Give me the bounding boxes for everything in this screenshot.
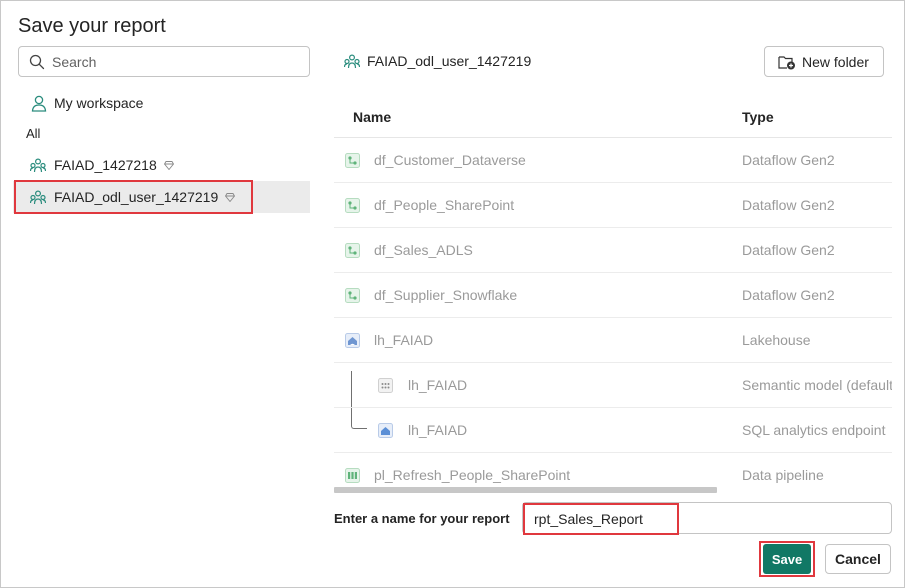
item-name: df_People_SharePoint — [374, 197, 515, 213]
my-workspace-item[interactable]: My workspace — [31, 94, 143, 112]
premium-diamond-icon — [225, 192, 236, 202]
search-input[interactable] — [52, 51, 302, 72]
table-row[interactable]: lh_FAIAD SQL analytics endpoint — [334, 408, 892, 453]
dialog-title: Save your report — [18, 15, 166, 37]
workspace-item-faiad-odl-user-1427219[interactable]: FAIAD_odl_user_1427219 — [13, 181, 310, 213]
sql-endpoint-icon — [378, 423, 393, 438]
item-name: lh_FAIAD — [408, 377, 468, 393]
pipeline-icon — [345, 468, 360, 483]
item-type: Data pipeline — [742, 467, 824, 483]
save-button[interactable]: Save — [763, 544, 811, 574]
person-icon — [31, 95, 47, 112]
item-type: Dataflow Gen2 — [742, 242, 835, 258]
item-type: Dataflow Gen2 — [742, 287, 835, 303]
cancel-button[interactable]: Cancel — [825, 544, 891, 574]
item-name: df_Supplier_Snowflake — [374, 287, 518, 303]
dataflow-icon — [345, 153, 360, 168]
table-row[interactable]: lh_FAIAD Lakehouse — [334, 318, 892, 363]
workspace-group-icon — [344, 53, 360, 68]
dataflow-icon — [345, 288, 360, 303]
table-row[interactable]: df_Customer_Dataverse Dataflow Gen2 — [334, 138, 892, 183]
item-type: Dataflow Gen2 — [742, 197, 835, 213]
table-row[interactable]: df_People_SharePoint Dataflow Gen2 — [334, 183, 892, 228]
workspace-group-icon — [30, 157, 46, 172]
workspace-search[interactable] — [18, 46, 310, 77]
dataflow-icon — [345, 243, 360, 258]
item-type: Semantic model (default) — [742, 377, 892, 393]
dataflow-icon — [345, 198, 360, 213]
item-type: Dataflow Gen2 — [742, 152, 835, 168]
item-type: SQL analytics endpoint — [742, 422, 886, 438]
table-row[interactable]: df_Sales_ADLS Dataflow Gen2 — [334, 228, 892, 273]
item-type: Lakehouse — [742, 332, 811, 348]
workspace-group-icon — [30, 189, 46, 204]
new-folder-label: New folder — [802, 53, 869, 70]
search-icon — [29, 54, 45, 70]
my-workspace-label: My workspace — [54, 95, 144, 111]
report-name-field[interactable] — [522, 502, 892, 534]
semantic-model-icon — [378, 378, 393, 393]
workspace-label: FAIAD_odl_user_1427219 — [54, 189, 219, 205]
column-header-name[interactable]: Name — [353, 109, 391, 125]
new-folder-button[interactable]: New folder — [764, 46, 884, 77]
premium-diamond-icon — [163, 160, 174, 170]
breadcrumb: FAIAD_odl_user_1427219 — [344, 52, 531, 70]
item-name: lh_FAIAD — [374, 332, 434, 348]
report-name-label: Enter a name for your report — [334, 511, 510, 526]
section-label-all: All — [26, 126, 41, 141]
breadcrumb-label: FAIAD_odl_user_1427219 — [367, 53, 532, 69]
item-name: df_Sales_ADLS — [374, 242, 473, 258]
table-row[interactable]: lh_FAIAD Semantic model (default) — [334, 363, 892, 408]
workspace-label: FAIAD_1427218 — [54, 157, 157, 173]
item-name: lh_FAIAD — [408, 422, 468, 438]
save-report-dialog: Save your report My workspace All FAIAD_… — [0, 0, 905, 588]
items-table: Name Type df_Customer_Dataverse Dataflow… — [334, 94, 892, 493]
item-name: df_Customer_Dataverse — [374, 152, 526, 168]
workspace-item-faiad-1427218[interactable]: FAIAD_1427218 — [13, 149, 310, 181]
report-name-input[interactable] — [534, 509, 874, 529]
table-row[interactable]: df_Supplier_Snowflake Dataflow Gen2 — [334, 273, 892, 318]
item-name: pl_Refresh_People_SharePoint — [374, 467, 571, 483]
lakehouse-icon — [345, 333, 360, 348]
column-header-type[interactable]: Type — [742, 109, 774, 125]
new-folder-icon — [778, 55, 795, 69]
horizontal-scrollbar[interactable] — [334, 487, 717, 493]
table-header: Name Type — [334, 94, 892, 138]
